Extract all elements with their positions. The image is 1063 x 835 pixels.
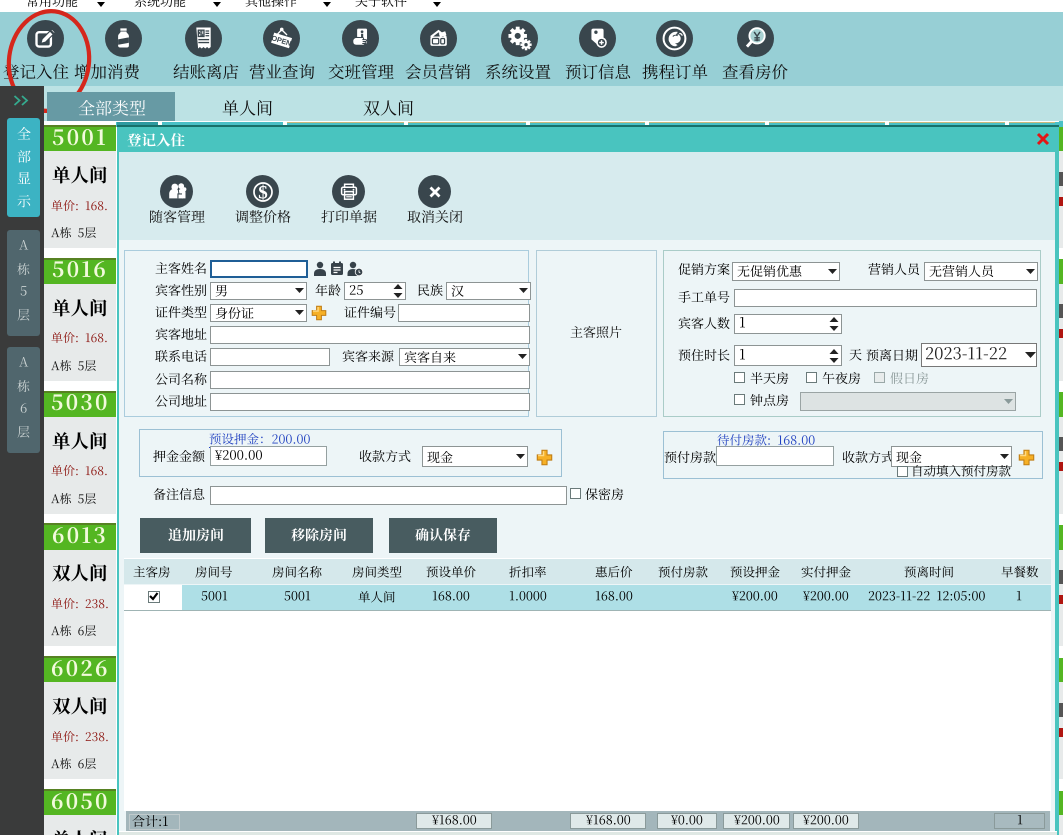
svg-text:$: $ — [258, 182, 268, 203]
